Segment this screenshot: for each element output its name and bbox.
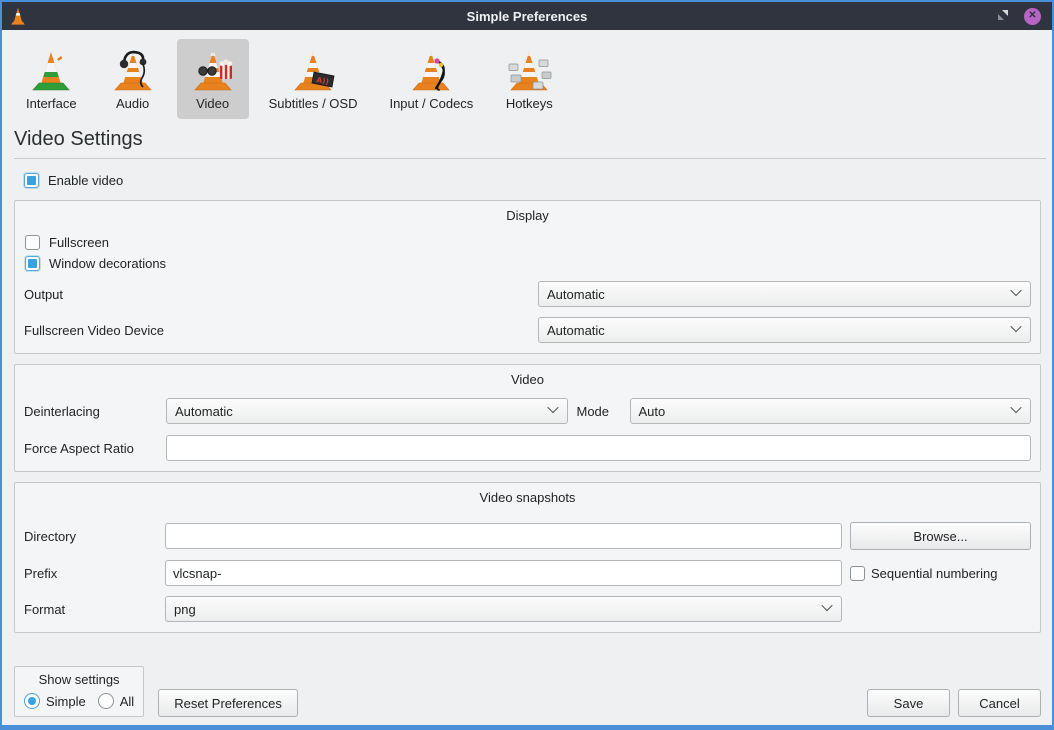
maximize-button[interactable] <box>997 9 1009 24</box>
deinterlacing-value: Automatic <box>175 404 233 419</box>
format-select[interactable]: png <box>165 596 842 622</box>
heading-divider <box>14 158 1046 159</box>
directory-label: Directory <box>24 529 157 544</box>
tab-hotkeys[interactable]: Hotkeys <box>493 39 565 119</box>
output-label: Output <box>24 287 538 302</box>
prefix-row: Prefix Sequential numbering <box>24 560 1031 586</box>
video-group: Video Deinterlacing Automatic Mode Auto … <box>14 364 1041 472</box>
prefix-input[interactable] <box>165 560 842 586</box>
fullscreen-device-row: Fullscreen Video Device Automatic <box>24 317 1031 343</box>
titlebar[interactable]: Simple Preferences ✕ <box>2 2 1052 30</box>
radio-icon <box>98 693 114 709</box>
show-settings-title: Show settings <box>24 669 134 693</box>
close-icon: ✕ <box>1028 11 1036 21</box>
chevron-down-icon <box>1010 285 1021 296</box>
fullscreen-device-value: Automatic <box>547 323 605 338</box>
dialog-buttons: Save Cancel <box>867 689 1041 717</box>
browse-button[interactable]: Browse... <box>850 522 1031 550</box>
mode-select[interactable]: Auto <box>630 398 1032 424</box>
checkbox-icon <box>24 173 39 188</box>
chevron-down-icon <box>1010 402 1021 413</box>
checkbox-icon <box>850 566 865 581</box>
subtitles-cone-icon: A)) <box>289 45 337 93</box>
close-button[interactable]: ✕ <box>1024 8 1041 25</box>
video-snapshots-group: Video snapshots Directory Browse... Pref… <box>14 482 1041 633</box>
preferences-toolbar: Interface Audio <box>2 30 1052 119</box>
checkbox-icon <box>25 235 40 250</box>
fullscreen-checkbox[interactable]: Fullscreen <box>25 235 1031 250</box>
interface-cone-icon <box>27 45 75 93</box>
audio-cone-icon <box>109 45 157 93</box>
tab-video[interactable]: Video <box>177 39 249 119</box>
reset-preferences-button[interactable]: Reset Preferences <box>158 689 298 717</box>
radio-simple-label: Simple <box>46 694 86 709</box>
sequential-numbering-checkbox[interactable]: Sequential numbering <box>850 566 1031 581</box>
hotkeys-cone-icon <box>505 45 553 93</box>
fullscreen-label: Fullscreen <box>49 235 109 250</box>
radio-simple[interactable]: Simple <box>24 693 86 709</box>
page-title: Video Settings <box>14 128 1052 151</box>
sequential-numbering-label: Sequential numbering <box>871 566 997 581</box>
force-aspect-ratio-row: Force Aspect Ratio <box>24 435 1031 461</box>
window-controls: ✕ <box>982 8 1052 25</box>
force-aspect-ratio-label: Force Aspect Ratio <box>24 441 157 456</box>
chevron-down-icon <box>821 600 832 611</box>
radio-all-label: All <box>120 694 134 709</box>
force-aspect-ratio-input[interactable] <box>166 435 1031 461</box>
deinterlacing-label: Deinterlacing <box>24 404 157 419</box>
tab-label: Subtitles / OSD <box>269 96 358 111</box>
input-codecs-cone-icon <box>407 45 455 93</box>
output-value: Automatic <box>547 287 605 302</box>
tab-label: Hotkeys <box>506 96 553 111</box>
snapshots-group-title: Video snapshots <box>24 487 1031 512</box>
tab-label: Interface <box>26 96 77 111</box>
checkbox-icon <box>25 256 40 271</box>
display-group: Display Fullscreen Window decorations Ou… <box>14 200 1041 354</box>
format-row: Format png <box>24 596 1031 622</box>
footer: Show settings Simple All Reset Preferenc… <box>14 666 1041 717</box>
tab-label: Video <box>196 96 229 111</box>
output-row: Output Automatic <box>24 281 1031 307</box>
format-label: Format <box>24 602 157 617</box>
radio-all[interactable]: All <box>98 693 134 709</box>
fullscreen-device-label: Fullscreen Video Device <box>24 323 538 338</box>
video-cone-icon <box>189 45 237 93</box>
tab-audio[interactable]: Audio <box>97 39 169 119</box>
save-button[interactable]: Save <box>867 689 950 717</box>
video-group-title: Video <box>24 369 1031 394</box>
prefix-label: Prefix <box>24 566 157 581</box>
show-settings-options: Simple All <box>24 693 134 709</box>
show-settings-group: Show settings Simple All <box>14 666 144 717</box>
tab-subtitles-osd[interactable]: A)) Subtitles / OSD <box>257 39 370 119</box>
directory-row: Directory Browse... <box>24 522 1031 550</box>
tab-label: Audio <box>116 96 149 111</box>
enable-video-checkbox[interactable]: Enable video <box>24 173 1052 188</box>
cancel-button[interactable]: Cancel <box>958 689 1041 717</box>
window-decorations-checkbox[interactable]: Window decorations <box>25 256 1031 271</box>
enable-video-label: Enable video <box>48 173 123 188</box>
fullscreen-device-select[interactable]: Automatic <box>538 317 1031 343</box>
format-value: png <box>174 602 196 617</box>
tab-label: Input / Codecs <box>389 96 473 111</box>
window-decorations-label: Window decorations <box>49 256 166 271</box>
mode-value: Auto <box>639 404 666 419</box>
display-group-title: Display <box>24 205 1031 230</box>
tab-interface[interactable]: Interface <box>14 39 89 119</box>
chevron-down-icon <box>547 402 558 413</box>
directory-input[interactable] <box>165 523 842 549</box>
output-select[interactable]: Automatic <box>538 281 1031 307</box>
mode-label: Mode <box>577 404 621 419</box>
chevron-down-icon <box>1010 321 1021 332</box>
radio-icon <box>24 693 40 709</box>
deinterlacing-select[interactable]: Automatic <box>166 398 568 424</box>
tab-input-codecs[interactable]: Input / Codecs <box>377 39 485 119</box>
window-title: Simple Preferences <box>2 9 1052 24</box>
maximize-icon <box>997 9 1009 21</box>
deinterlacing-row: Deinterlacing Automatic Mode Auto <box>24 398 1031 424</box>
simple-preferences-window: Simple Preferences ✕ Interface <box>0 0 1054 730</box>
